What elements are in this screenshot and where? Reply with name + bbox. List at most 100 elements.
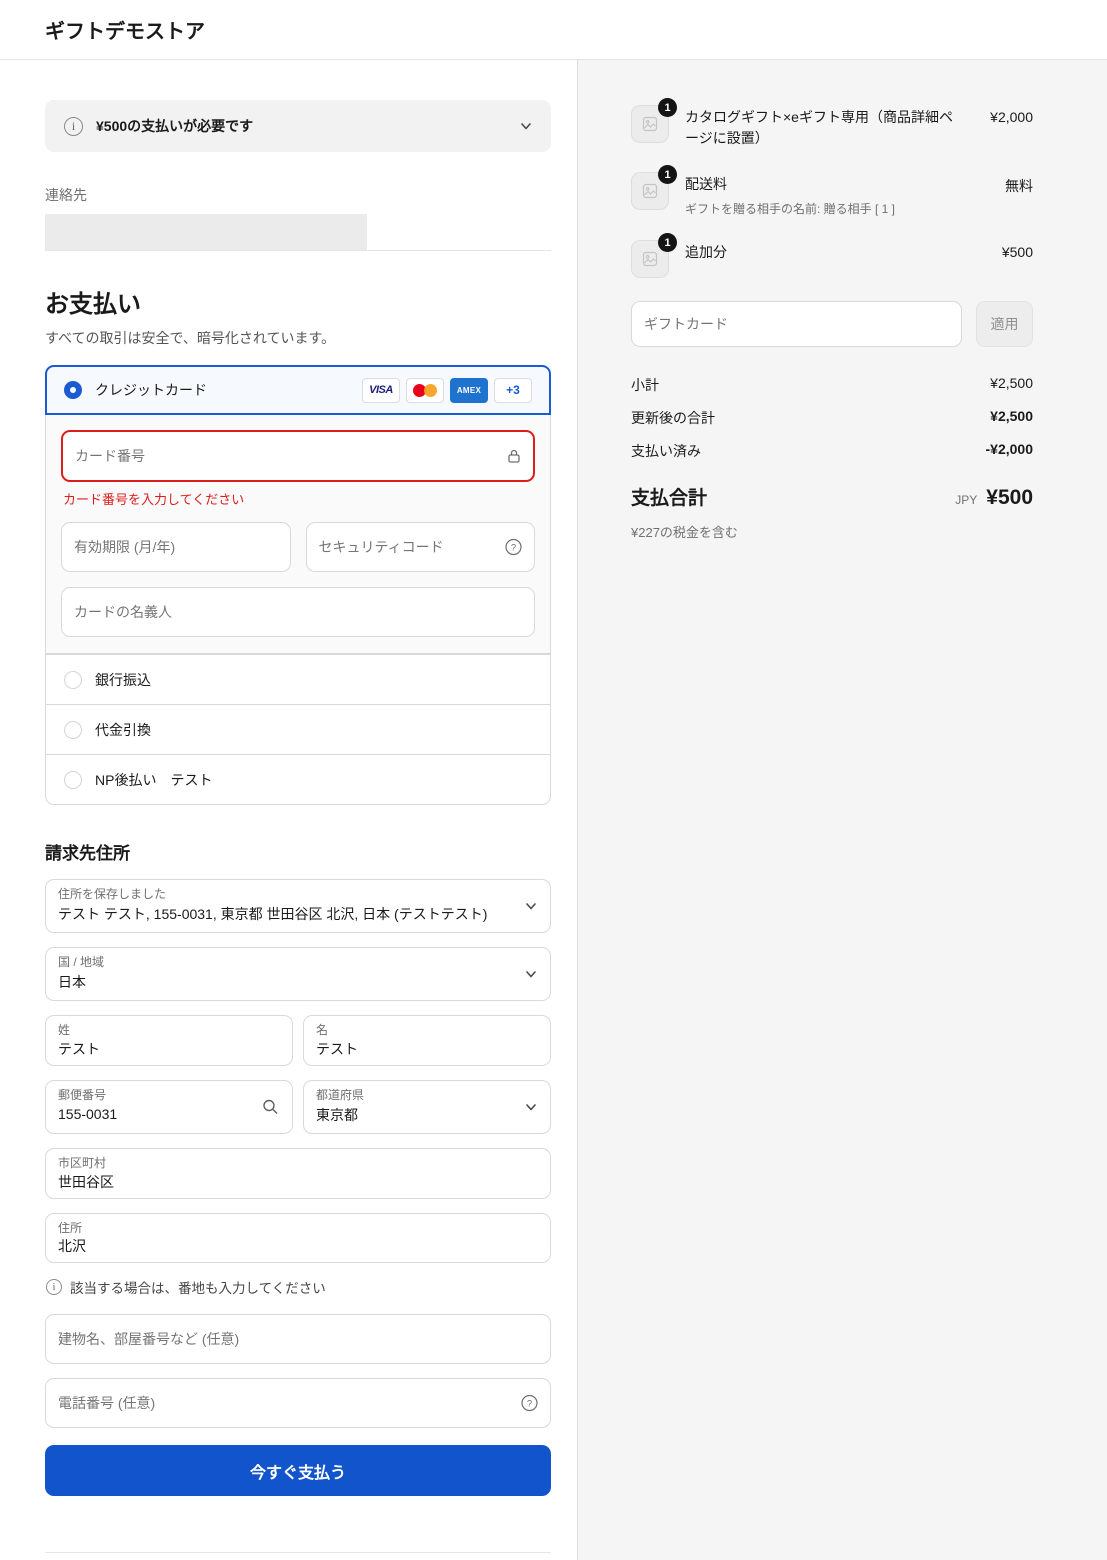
payment-method-credit-card[interactable]: クレジットカード VISA AMEX +3 bbox=[45, 365, 551, 415]
card-expiry-input[interactable] bbox=[61, 522, 291, 572]
first-name-label: 名 bbox=[316, 1023, 329, 1038]
item-price: ¥500 bbox=[1001, 244, 1033, 260]
item-price: ¥2,000 bbox=[990, 109, 1033, 125]
paid-value: -¥2,000 bbox=[985, 441, 1033, 457]
info-icon: i bbox=[64, 116, 83, 136]
np-deferred-label: NP後払い テスト bbox=[95, 771, 213, 788]
updated-total-label: 更新後の合計 bbox=[631, 410, 715, 426]
footer-links: プライバシーポリシー 利用規約 キャンセルについて bbox=[45, 1552, 551, 1560]
search-icon[interactable] bbox=[262, 1099, 279, 1116]
grand-total-value: ¥500 bbox=[986, 486, 1033, 509]
postal-code-input[interactable] bbox=[58, 1105, 252, 1122]
last-name-label: 姓 bbox=[58, 1023, 71, 1038]
saved-address-value: テスト テスト, 155-0031, 東京都 世田谷区 北沢, 日本 (テストテ… bbox=[58, 905, 488, 922]
payment-section-title: お支払い bbox=[45, 291, 141, 318]
subtotal-label: 小計 bbox=[631, 377, 659, 393]
order-item: 1 カタログギフト×eギフト専用（商品詳細ページに設置） ¥2,000 bbox=[631, 98, 1033, 149]
last-name-input[interactable] bbox=[58, 1040, 252, 1057]
quantity-badge: 1 bbox=[658, 233, 677, 252]
help-icon[interactable]: ? bbox=[505, 538, 522, 556]
last-name-field[interactable]: 姓 bbox=[45, 1015, 293, 1066]
city-input[interactable] bbox=[58, 1173, 510, 1190]
payment-method-cod[interactable]: 代金引換 bbox=[46, 704, 550, 754]
order-summary: 1 カタログギフト×eギフト専用（商品詳細ページに設置） ¥2,000 1 配送… bbox=[577, 60, 1107, 1560]
gift-card-input[interactable] bbox=[631, 301, 962, 347]
info-icon: i bbox=[46, 1279, 62, 1296]
item-subtitle: ギフトを贈る相手の名前: 贈る相手 [ 1 ] bbox=[685, 202, 896, 216]
order-item: 1 配送料 ギフトを贈る相手の名前: 贈る相手 [ 1 ] 無料 bbox=[631, 165, 1033, 217]
contact-section: 連絡先 bbox=[45, 185, 551, 251]
pay-now-button[interactable]: 今すぐ支払う bbox=[45, 1445, 551, 1497]
phone-input[interactable] bbox=[45, 1378, 551, 1429]
address-hint-text: 該当する場合は、番地も入力してください bbox=[70, 1281, 326, 1297]
product-thumbnail: 1 bbox=[631, 98, 677, 143]
store-name[interactable]: ギフトデモストア bbox=[45, 15, 205, 44]
payment-method-np-deferred[interactable]: NP後払い テスト bbox=[46, 754, 550, 804]
item-title: 追加分 bbox=[685, 244, 727, 260]
item-title: 配送料 bbox=[685, 176, 727, 192]
payment-method-bank-transfer[interactable]: 銀行振込 bbox=[46, 654, 550, 704]
cod-label: 代金引換 bbox=[95, 721, 151, 738]
address-input[interactable] bbox=[58, 1238, 510, 1255]
card-brand-icons: VISA AMEX +3 bbox=[362, 377, 532, 403]
cod-radio[interactable] bbox=[64, 720, 82, 739]
prefecture-value: 東京都 bbox=[316, 1106, 358, 1123]
help-icon[interactable]: ? bbox=[521, 1395, 538, 1412]
prefecture-label: 都道府県 bbox=[316, 1087, 365, 1102]
banner-text: ¥500の支払いが必要です bbox=[96, 118, 254, 134]
country-label: 国 / 地域 bbox=[58, 955, 105, 970]
apply-gift-card-button[interactable]: 適用 bbox=[976, 301, 1033, 347]
credit-card-form: カード番号を入力してください ? bbox=[46, 415, 550, 654]
city-field[interactable]: 市区町村 bbox=[45, 1148, 551, 1199]
updated-total-value: ¥2,500 bbox=[990, 408, 1033, 424]
credit-card-label: クレジットカード bbox=[95, 382, 207, 398]
store-header: ギフトデモストア bbox=[0, 0, 1107, 60]
currency-code: JPY bbox=[955, 493, 978, 507]
prefecture-select[interactable]: 都道府県 東京都 bbox=[303, 1079, 551, 1135]
address-field[interactable]: 住所 bbox=[45, 1212, 551, 1264]
postal-code-field[interactable]: 郵便番号 bbox=[45, 1079, 293, 1135]
saved-address-select[interactable]: 住所を保存しました テスト テスト, 155-0031, 東京都 世田谷区 北沢… bbox=[45, 879, 551, 934]
product-thumbnail: 1 bbox=[631, 233, 677, 278]
subtotal-value: ¥2,500 bbox=[990, 375, 1033, 391]
payment-required-banner[interactable]: i ¥500の支払いが必要です bbox=[45, 100, 551, 152]
quantity-badge: 1 bbox=[658, 98, 677, 117]
chevron-down-icon bbox=[525, 900, 537, 912]
mastercard-icon bbox=[406, 377, 444, 403]
address-label: 住所 bbox=[58, 1220, 83, 1235]
chevron-down-icon bbox=[525, 1101, 537, 1113]
more-cards-badge: +3 bbox=[494, 377, 532, 403]
checkout-form-column: i ¥500の支払いが必要です 連絡先 お支払い すべての取引は安全で、暗号化さ… bbox=[0, 60, 577, 1560]
first-name-input[interactable] bbox=[316, 1040, 510, 1057]
building-input[interactable] bbox=[45, 1314, 551, 1365]
lock-icon bbox=[506, 448, 522, 464]
contact-label: 連絡先 bbox=[45, 187, 87, 203]
card-name-input[interactable] bbox=[61, 587, 535, 637]
bank-transfer-radio[interactable] bbox=[64, 670, 82, 689]
quantity-badge: 1 bbox=[658, 165, 677, 184]
payment-security-note: すべての取引は安全で、暗号化されています。 bbox=[45, 330, 336, 346]
bank-transfer-label: 銀行振込 bbox=[95, 671, 151, 688]
card-cvv-input[interactable] bbox=[305, 522, 535, 572]
item-title: カタログギフト×eギフト専用（商品詳細ページに設置） bbox=[685, 109, 953, 146]
card-number-input[interactable] bbox=[61, 430, 535, 482]
country-value: 日本 bbox=[58, 973, 86, 990]
card-number-error: カード番号を入力してください bbox=[63, 492, 245, 507]
svg-text:?: ? bbox=[511, 543, 516, 554]
np-deferred-radio[interactable] bbox=[64, 770, 82, 789]
chevron-down-icon[interactable] bbox=[520, 120, 532, 132]
city-label: 市区町村 bbox=[58, 1156, 107, 1171]
grand-total-label: 支払合計 bbox=[631, 488, 708, 509]
contact-email-redacted bbox=[45, 214, 367, 250]
visa-icon: VISA bbox=[362, 377, 400, 403]
svg-text:?: ? bbox=[527, 1399, 532, 1410]
tax-note: ¥227の税金を含む bbox=[631, 525, 738, 540]
first-name-field[interactable]: 名 bbox=[303, 1015, 551, 1066]
postal-code-label: 郵便番号 bbox=[58, 1087, 107, 1102]
payment-methods-box: クレジットカード VISA AMEX +3 カード番号 カード番号を入力してくだ… bbox=[45, 365, 551, 805]
country-select[interactable]: 国 / 地域 日本 bbox=[45, 947, 551, 1002]
credit-card-radio[interactable] bbox=[64, 381, 82, 399]
product-thumbnail: 1 bbox=[631, 165, 677, 210]
address-hint: i 該当する場合は、番地も入力してください bbox=[46, 1277, 551, 1297]
item-price: 無料 bbox=[1005, 178, 1033, 194]
